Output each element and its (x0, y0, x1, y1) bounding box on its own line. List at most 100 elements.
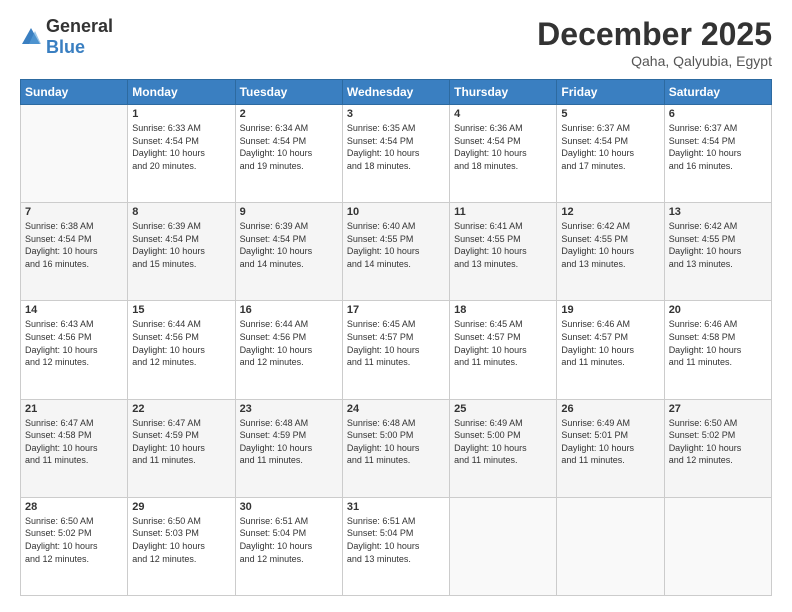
day-number: 17 (347, 304, 445, 316)
day-info: Sunrise: 6:45 AM Sunset: 4:57 PM Dayligh… (347, 318, 445, 368)
calendar-cell: 19Sunrise: 6:46 AM Sunset: 4:57 PM Dayli… (557, 301, 664, 399)
calendar-cell (557, 497, 664, 595)
day-number: 2 (240, 108, 338, 120)
day-info: Sunrise: 6:42 AM Sunset: 4:55 PM Dayligh… (669, 220, 767, 270)
calendar-week-row: 21 Sunrise: 6:47 AM Sunset: 4:58 PM Dayli… (21, 399, 772, 497)
calendar-cell: 11Sunrise: 6:41 AM Sunset: 4:55 PM Dayli… (450, 203, 557, 301)
day-number: 20 (669, 304, 767, 316)
day-info: Sunrise: 6:36 AM Sunset: 4:54 PM Dayligh… (454, 122, 552, 172)
day-number: 30 (240, 501, 338, 513)
calendar-cell: 27Sunrise: 6:50 AM Sunset: 5:02 PM Dayli… (664, 399, 771, 497)
day-number: 28 (25, 501, 123, 513)
page: General Blue December 2025 Qaha, Qalyubi… (0, 0, 792, 612)
day-info: Sunrise: 6:34 AM Sunset: 4:54 PM Dayligh… (240, 122, 338, 172)
calendar-table: SundayMondayTuesdayWednesdayThursdayFrid… (20, 79, 772, 596)
day-number: 4 (454, 108, 552, 120)
logo-blue: Blue (46, 37, 85, 57)
day-number: 24 (347, 403, 445, 415)
day-info: Sunrise: 6:43 AM Sunset: 4:56 PM Dayligh… (25, 318, 123, 368)
day-info: Sunrise: 6:51 AM Sunset: 5:04 PM Dayligh… (347, 515, 445, 565)
calendar-cell: 30 Sunrise: 6:51 AM Sunset: 5:04 PM Dayli… (235, 497, 342, 595)
calendar-cell: 17 Sunrise: 6:45 AM Sunset: 4:57 PM Dayli… (342, 301, 449, 399)
weekday-header-saturday: Saturday (664, 80, 771, 105)
calendar-cell: 9Sunrise: 6:39 AM Sunset: 4:54 PM Daylig… (235, 203, 342, 301)
day-number: 23 (240, 403, 338, 415)
day-info: Sunrise: 6:38 AM Sunset: 4:54 PM Dayligh… (25, 220, 123, 270)
calendar-cell: 12Sunrise: 6:42 AM Sunset: 4:55 PM Dayli… (557, 203, 664, 301)
day-number: 3 (347, 108, 445, 120)
calendar-cell: 1 Sunrise: 6:33 AM Sunset: 4:54 PM Daylig… (128, 105, 235, 203)
day-number: 9 (240, 206, 338, 218)
day-number: 27 (669, 403, 767, 415)
day-info: Sunrise: 6:44 AM Sunset: 4:56 PM Dayligh… (240, 318, 338, 368)
day-number: 22 (132, 403, 230, 415)
calendar-cell: 16 Sunrise: 6:44 AM Sunset: 4:56 PM Dayli… (235, 301, 342, 399)
day-info: Sunrise: 6:47 AM Sunset: 4:58 PM Dayligh… (25, 417, 123, 467)
calendar-cell: 28 Sunrise: 6:50 AM Sunset: 5:02 PM Dayli… (21, 497, 128, 595)
day-number: 13 (669, 206, 767, 218)
calendar-cell: 23 Sunrise: 6:48 AM Sunset: 4:59 PM Dayli… (235, 399, 342, 497)
day-number: 6 (669, 108, 767, 120)
day-info: Sunrise: 6:46 AM Sunset: 4:58 PM Dayligh… (669, 318, 767, 368)
title-block: December 2025 Qaha, Qalyubia, Egypt (537, 16, 772, 69)
weekday-header-row: SundayMondayTuesdayWednesdayThursdayFrid… (21, 80, 772, 105)
day-number: 15 (132, 304, 230, 316)
logo: General Blue (20, 16, 113, 58)
day-number: 12 (561, 206, 659, 218)
calendar-cell: 15 Sunrise: 6:44 AM Sunset: 4:56 PM Dayli… (128, 301, 235, 399)
calendar-cell (450, 497, 557, 595)
day-info: Sunrise: 6:35 AM Sunset: 4:54 PM Dayligh… (347, 122, 445, 172)
day-info: Sunrise: 6:49 AM Sunset: 5:00 PM Dayligh… (454, 417, 552, 467)
weekday-header-friday: Friday (557, 80, 664, 105)
calendar-cell: 24 Sunrise: 6:48 AM Sunset: 5:00 PM Dayli… (342, 399, 449, 497)
calendar-cell: 8Sunrise: 6:39 AM Sunset: 4:54 PM Daylig… (128, 203, 235, 301)
day-number: 25 (454, 403, 552, 415)
calendar-cell: 26 Sunrise: 6:49 AM Sunset: 5:01 PM Dayli… (557, 399, 664, 497)
day-info: Sunrise: 6:39 AM Sunset: 4:54 PM Dayligh… (132, 220, 230, 270)
day-number: 18 (454, 304, 552, 316)
day-info: Sunrise: 6:37 AM Sunset: 4:54 PM Dayligh… (561, 122, 659, 172)
logo-icon (20, 26, 42, 48)
calendar-cell: 13 Sunrise: 6:42 AM Sunset: 4:55 PM Dayli… (664, 203, 771, 301)
calendar-cell: 20 Sunrise: 6:46 AM Sunset: 4:58 PM Dayli… (664, 301, 771, 399)
day-number: 26 (561, 403, 659, 415)
day-number: 29 (132, 501, 230, 513)
day-info: Sunrise: 6:33 AM Sunset: 4:54 PM Dayligh… (132, 122, 230, 172)
calendar-week-row: 14 Sunrise: 6:43 AM Sunset: 4:56 PM Dayli… (21, 301, 772, 399)
day-info: Sunrise: 6:48 AM Sunset: 5:00 PM Dayligh… (347, 417, 445, 467)
day-number: 1 (132, 108, 230, 120)
calendar-cell (21, 105, 128, 203)
day-info: Sunrise: 6:44 AM Sunset: 4:56 PM Dayligh… (132, 318, 230, 368)
calendar-cell: 6Sunrise: 6:37 AM Sunset: 4:54 PM Daylig… (664, 105, 771, 203)
weekday-header-monday: Monday (128, 80, 235, 105)
day-number: 14 (25, 304, 123, 316)
weekday-header-sunday: Sunday (21, 80, 128, 105)
logo-text: General Blue (46, 16, 113, 58)
day-number: 19 (561, 304, 659, 316)
day-info: Sunrise: 6:48 AM Sunset: 4:59 PM Dayligh… (240, 417, 338, 467)
day-info: Sunrise: 6:50 AM Sunset: 5:02 PM Dayligh… (25, 515, 123, 565)
day-number: 11 (454, 206, 552, 218)
month-title: December 2025 (537, 16, 772, 53)
day-number: 16 (240, 304, 338, 316)
calendar-cell: 5Sunrise: 6:37 AM Sunset: 4:54 PM Daylig… (557, 105, 664, 203)
weekday-header-tuesday: Tuesday (235, 80, 342, 105)
calendar-cell (664, 497, 771, 595)
day-info: Sunrise: 6:50 AM Sunset: 5:03 PM Dayligh… (132, 515, 230, 565)
calendar-cell: 2 Sunrise: 6:34 AM Sunset: 4:54 PM Daylig… (235, 105, 342, 203)
calendar-cell: 18Sunrise: 6:45 AM Sunset: 4:57 PM Dayli… (450, 301, 557, 399)
calendar-cell: 14 Sunrise: 6:43 AM Sunset: 4:56 PM Dayli… (21, 301, 128, 399)
day-info: Sunrise: 6:40 AM Sunset: 4:55 PM Dayligh… (347, 220, 445, 270)
day-info: Sunrise: 6:47 AM Sunset: 4:59 PM Dayligh… (132, 417, 230, 467)
calendar-week-row: 7 Sunrise: 6:38 AM Sunset: 4:54 PM Daylig… (21, 203, 772, 301)
calendar-cell: 31Sunrise: 6:51 AM Sunset: 5:04 PM Dayli… (342, 497, 449, 595)
calendar-week-row: 1 Sunrise: 6:33 AM Sunset: 4:54 PM Daylig… (21, 105, 772, 203)
day-number: 7 (25, 206, 123, 218)
day-number: 10 (347, 206, 445, 218)
day-info: Sunrise: 6:49 AM Sunset: 5:01 PM Dayligh… (561, 417, 659, 467)
calendar-week-row: 28 Sunrise: 6:50 AM Sunset: 5:02 PM Dayli… (21, 497, 772, 595)
day-number: 21 (25, 403, 123, 415)
header: General Blue December 2025 Qaha, Qalyubi… (20, 16, 772, 69)
calendar-cell: 29 Sunrise: 6:50 AM Sunset: 5:03 PM Dayli… (128, 497, 235, 595)
day-info: Sunrise: 6:51 AM Sunset: 5:04 PM Dayligh… (240, 515, 338, 565)
